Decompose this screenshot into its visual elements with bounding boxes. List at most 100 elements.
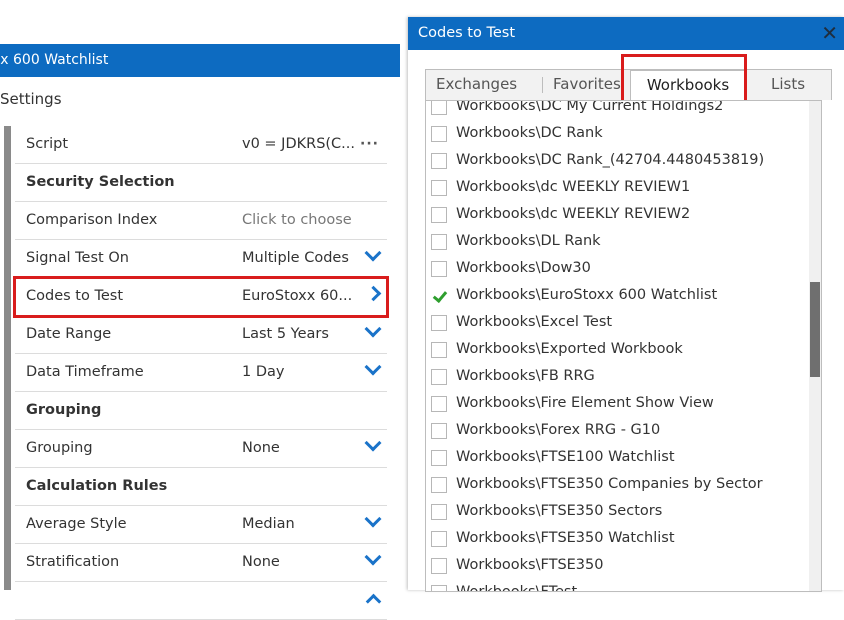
list-item-label: Workbooks\DC Rank	[456, 125, 603, 141]
tab-exchanges[interactable]: Exchanges	[436, 70, 517, 100]
list-item-label: Workbooks\Forex RRG - G10	[456, 422, 661, 438]
checkbox-checked[interactable]	[431, 288, 447, 304]
settings-row[interactable]: Date Range Last 5 Years	[15, 316, 387, 354]
more-icon[interactable]: ···	[360, 126, 379, 163]
setting-value[interactable]: Median	[242, 506, 295, 543]
checkbox[interactable]	[431, 585, 447, 591]
checkbox[interactable]	[431, 101, 447, 115]
checkbox[interactable]	[431, 423, 447, 439]
chevron-down-icon[interactable]	[364, 316, 382, 353]
settings-side-bar	[4, 126, 11, 590]
checkbox[interactable]	[431, 558, 447, 574]
chevron-up-icon[interactable]	[365, 582, 382, 619]
workbook-list[interactable]: Workbooks\DC My Current Holdings2 Workboo…	[425, 100, 822, 592]
chevron-down-icon[interactable]	[364, 240, 382, 277]
settings-section-header: Calculation Rules	[15, 468, 387, 506]
checkbox[interactable]	[431, 396, 447, 412]
list-item[interactable]: Workbooks\Dow30	[426, 255, 806, 282]
setting-value[interactable]: 1 Day	[242, 354, 284, 391]
settings-row[interactable]	[15, 582, 387, 620]
list-item-label: Workbooks\FTSE350 Watchlist	[456, 530, 675, 546]
settings-row[interactable]: Signal Test On Multiple Codes	[15, 240, 387, 278]
chevron-right-icon[interactable]	[365, 278, 382, 315]
tab-favorites[interactable]: Favorites	[553, 70, 621, 100]
list-item-label: Workbooks\Excel Test	[456, 314, 613, 330]
settings-row[interactable]: Grouping None	[15, 430, 387, 468]
tab-lists[interactable]: Lists	[771, 70, 805, 100]
setting-label: Signal Test On	[26, 250, 129, 266]
setting-label: Stratification	[26, 554, 120, 570]
settings-row[interactable]: Data Timeframe 1 Day	[15, 354, 387, 392]
list-item[interactable]: Workbooks\Excel Test	[426, 309, 806, 336]
checkbox[interactable]	[431, 342, 447, 358]
list-item-label: Workbooks\dc WEEKLY REVIEW1	[456, 179, 691, 195]
list-item[interactable]: Workbooks\dc WEEKLY REVIEW1	[426, 174, 806, 201]
checkbox[interactable]	[431, 531, 447, 547]
chevron-down-icon[interactable]	[364, 430, 382, 467]
checkbox[interactable]	[431, 477, 447, 493]
setting-label: Codes to Test	[26, 288, 124, 304]
setting-value[interactable]: Multiple Codes	[242, 240, 349, 277]
settings-row[interactable]: Codes to Test EuroStoxx 60...	[13, 276, 389, 318]
list-item[interactable]: Workbooks\FTSE350 Sectors	[426, 498, 806, 525]
codes-to-test-dialog: Codes to Test ✕ Exchanges Favorites Work…	[408, 17, 844, 592]
dialog-title-bar: Codes to Test ✕	[408, 17, 844, 50]
checkbox[interactable]	[431, 369, 447, 385]
list-item[interactable]: Workbooks\FTSE100 Watchlist	[426, 444, 806, 471]
list-item-label: Workbooks\FTSE100 Watchlist	[456, 449, 675, 465]
list-item[interactable]: Workbooks\FTSE350 Watchlist	[426, 525, 806, 552]
chevron-down-icon[interactable]	[364, 506, 382, 543]
chevron-down-icon[interactable]	[364, 544, 382, 581]
list-item[interactable]: Workbooks\Fire Element Show View	[426, 390, 806, 417]
settings-row[interactable]: Script v0 = JDKRS(C... ···	[15, 126, 387, 164]
list-item-label: Workbooks\DL Rank	[456, 233, 601, 249]
checkbox[interactable]	[431, 126, 447, 142]
list-item-label: Workbooks\FTSE350	[456, 557, 604, 573]
list-item-label: Workbooks\Fire Element Show View	[456, 395, 714, 411]
checkbox[interactable]	[431, 234, 447, 250]
checkbox[interactable]	[431, 315, 447, 331]
setting-value[interactable]: None	[242, 544, 280, 581]
list-item-label: Workbooks\DC Rank_(42704.4480453819)	[456, 152, 765, 168]
checkbox[interactable]	[431, 153, 447, 169]
list-item[interactable]: Workbooks\DC Rank	[426, 120, 806, 147]
list-item[interactable]: Workbooks\Exported Workbook	[426, 336, 806, 363]
list-item[interactable]: Workbooks\FTSE350	[426, 552, 806, 579]
list-scrollbar[interactable]	[809, 101, 821, 591]
list-item-label: Workbooks\FTSE350 Companies by Sector	[456, 476, 763, 492]
close-icon[interactable]: ✕	[821, 17, 838, 50]
setting-value[interactable]: Click to choose	[242, 202, 352, 239]
list-item-label: Workbooks\Dow30	[456, 260, 591, 276]
settings-row[interactable]: Average Style Median	[15, 506, 387, 544]
list-item[interactable]: Workbooks\FB RRG	[426, 363, 806, 390]
setting-label: Grouping	[26, 440, 93, 456]
list-item[interactable]: Workbooks\Forex RRG - G10	[426, 417, 806, 444]
setting-value[interactable]: v0 = JDKRS(C...	[242, 126, 355, 163]
list-item[interactable]: Workbooks\DC My Current Holdings2	[426, 101, 806, 120]
checkbox[interactable]	[431, 450, 447, 466]
settings-row[interactable]: Comparison Index Click to choose	[15, 202, 387, 240]
settings-table: Script v0 = JDKRS(C... ··· Security Selecti…	[13, 126, 389, 620]
setting-label: Security Selection	[26, 174, 175, 190]
list-item-label: Workbooks\dc WEEKLY REVIEW2	[456, 206, 691, 222]
list-item[interactable]: Workbooks\EuroStoxx 600 Watchlist	[426, 282, 806, 309]
setting-value[interactable]: EuroStoxx 60...	[242, 278, 352, 315]
list-item[interactable]: Workbooks\FTSE350 Companies by Sector	[426, 471, 806, 498]
settings-row[interactable]: Stratification None	[15, 544, 387, 582]
scrollbar-thumb[interactable]	[810, 282, 820, 377]
setting-value[interactable]: None	[242, 430, 280, 467]
chevron-down-icon[interactable]	[364, 354, 382, 391]
checkbox[interactable]	[431, 504, 447, 520]
list-item[interactable]: Workbooks\DC Rank_(42704.4480453819)	[426, 147, 806, 174]
settings-section-header: Security Selection	[15, 164, 387, 202]
checkbox[interactable]	[431, 180, 447, 196]
checkbox[interactable]	[431, 261, 447, 277]
list-item[interactable]: Workbooks\dc WEEKLY REVIEW2	[426, 201, 806, 228]
dialog-title: Codes to Test	[418, 25, 516, 41]
list-item-label: Workbooks\FB RRG	[456, 368, 595, 384]
list-item[interactable]: Workbooks\FTest	[426, 579, 806, 591]
checkbox[interactable]	[431, 207, 447, 223]
list-item[interactable]: Workbooks\DL Rank	[426, 228, 806, 255]
setting-label: Grouping	[26, 402, 102, 418]
setting-value[interactable]: Last 5 Years	[242, 316, 329, 353]
